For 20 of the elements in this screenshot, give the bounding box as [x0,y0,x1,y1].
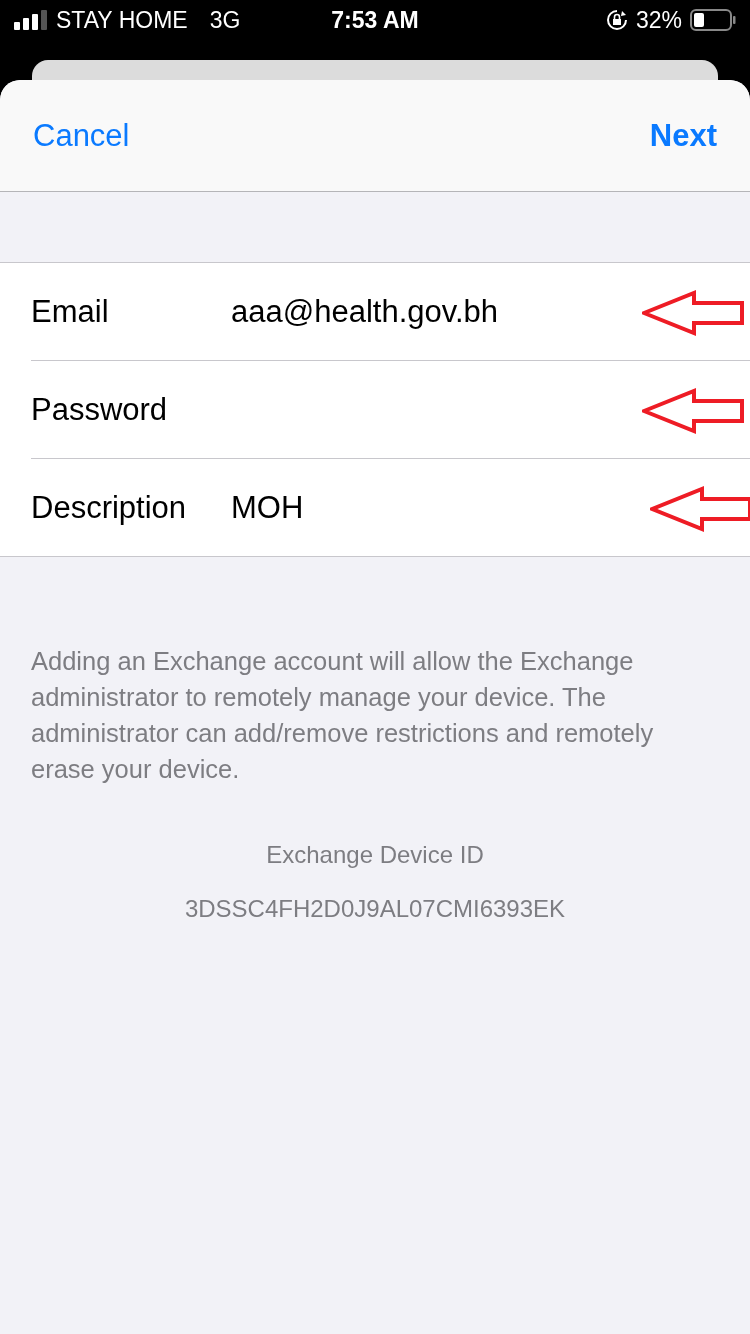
field-label: Description [31,489,188,526]
arrow-icon [642,289,746,337]
field-label: Email [31,293,110,330]
arrow-icon [642,387,746,435]
input-field[interactable]: MOH [231,489,571,526]
input-field[interactable]: aaa@health.gov.bh [231,293,571,330]
next-button[interactable]: Next [649,117,717,154]
carrier-name: STAY HOME [56,6,188,34]
rotation-lock-icon [605,9,628,31]
device-id-title: Exchange Device ID [265,841,485,869]
clock: 7:53 AM [331,6,419,34]
notice-text: Adding an Exchange account will allow the Exchange administrator to remotely manage your device. The administrator can add/remove restrictions and remotely erase your device. [31,646,655,785]
arrow-icon [650,485,750,533]
cancel-button[interactable]: Cancel [33,117,130,154]
device-id-value: 3DSSC4FH2D0J9AL07CMI6393EK [183,895,567,923]
network-type: 3G [209,6,241,34]
battery-percent: 32% [635,6,682,34]
signal-icon [14,10,48,30]
battery-icon [690,9,736,31]
field-label: Password [31,391,169,428]
